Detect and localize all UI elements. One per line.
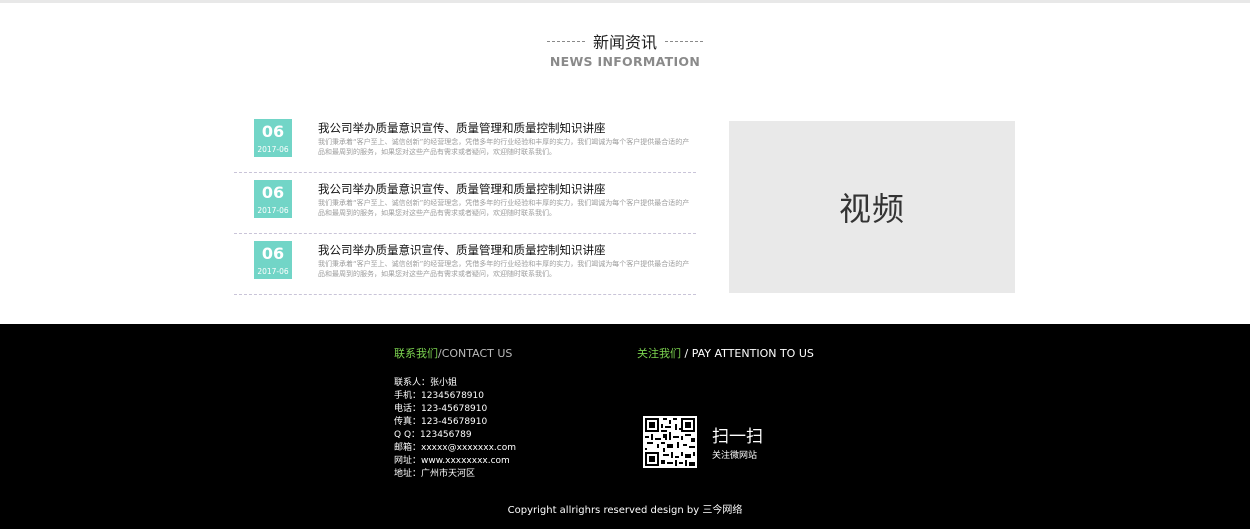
heading-title-en: NEWS INFORMATION	[549, 54, 701, 69]
contact-address: 地址：广州市天河区	[394, 469, 476, 479]
news-summary: 我们秉承着“客户至上、诚信创新”的经营理念，凭借多年的行业经验和丰厚的实力，我们…	[318, 138, 690, 156]
heading-dash-right	[665, 40, 703, 42]
video-label: 视频	[838, 190, 905, 228]
contact-info: 联系人：张小姐 手机：12345678910 电话：123-45678910 传…	[394, 377, 516, 481]
follow-heading: 关注我们 / PAY ATTENTION TO US	[637, 345, 814, 361]
contact-heading-cn: 联系我们	[394, 347, 438, 360]
date-day: 06	[261, 122, 285, 141]
follow-heading-cn: 关注我们	[637, 347, 681, 360]
date-badge: 06 2017-06	[254, 241, 292, 279]
date-day: 06	[261, 244, 285, 263]
heading-dash-left	[546, 40, 585, 42]
site-footer: 联系我们/CONTACT US 联系人：张小姐 手机：12345678910 电…	[0, 324, 1250, 529]
date-year-month: 2017-06	[257, 145, 289, 154]
scan-sublabel: 关注微网站	[712, 451, 758, 461]
qr-code-icon	[643, 416, 697, 468]
date-day: 06	[261, 183, 285, 202]
contact-website[interactable]: 网址：www.xxxxxxxx.com	[394, 455, 516, 468]
contact-email[interactable]: 邮箱：xxxxx@xxxxxxx.com	[394, 442, 516, 455]
date-year-month: 2017-06	[257, 267, 289, 276]
news-item[interactable]: 06 2017-06 我公司举办质量意识宣传、质量管理和质量控制知识讲座 我们秉…	[234, 173, 696, 234]
news-summary: 我们秉承着“客户至上、诚信创新”的经营理念，凭借多年的行业经验和丰厚的实力，我们…	[318, 260, 690, 278]
heading-title-cn: 新闻资讯	[592, 33, 657, 52]
contact-mobile: 手机：12345678910	[394, 391, 484, 401]
news-item[interactable]: 06 2017-06 我公司举办质量意识宣传、质量管理和质量控制知识讲座 我们秉…	[234, 234, 696, 295]
contact-heading: 联系我们/CONTACT US	[394, 345, 512, 361]
section-heading: 新闻资讯 NEWS INFORMATION	[0, 30, 1250, 69]
top-border	[0, 0, 1250, 3]
news-title-link[interactable]: 我公司举办质量意识宣传、质量管理和质量控制知识讲座	[318, 181, 606, 197]
contact-fax: 传真：123-45678910	[394, 417, 488, 427]
news-summary: 我们秉承着“客户至上、诚信创新”的经营理念，凭借多年的行业经验和丰厚的实力，我们…	[318, 199, 690, 217]
news-title-link[interactable]: 我公司举办质量意识宣传、质量管理和质量控制知识讲座	[318, 242, 606, 258]
date-badge: 06 2017-06	[254, 180, 292, 218]
copyright-text: Copyright allrighrs reserved design by 三…	[507, 505, 743, 516]
contact-qq: Q Q：123456789	[394, 430, 472, 440]
follow-heading-en: / PAY ATTENTION TO US	[681, 347, 814, 360]
news-title-link[interactable]: 我公司举办质量意识宣传、质量管理和质量控制知识讲座	[318, 120, 606, 136]
contact-heading-en: /CONTACT US	[438, 347, 513, 360]
contact-phone: 电话：123-45678910	[394, 404, 488, 414]
scan-label: 扫一扫	[712, 427, 763, 447]
date-year-month: 2017-06	[257, 206, 289, 215]
date-badge: 06 2017-06	[254, 119, 292, 157]
contact-person: 联系人：张小姐	[394, 378, 458, 388]
news-list: 06 2017-06 我公司举办质量意识宣传、质量管理和质量控制知识讲座 我们秉…	[234, 112, 696, 295]
video-player[interactable]: 视频	[729, 121, 1015, 293]
news-item[interactable]: 06 2017-06 我公司举办质量意识宣传、质量管理和质量控制知识讲座 我们秉…	[234, 112, 696, 173]
